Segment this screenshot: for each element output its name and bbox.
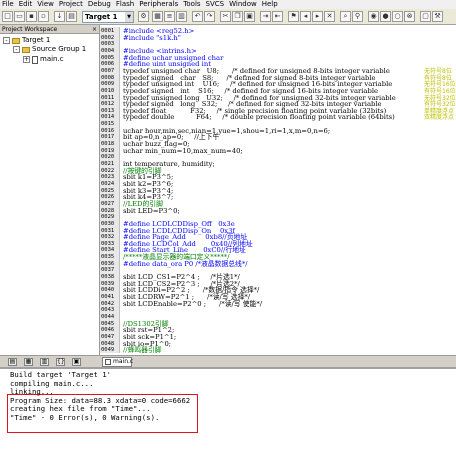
clear-bookmarks-icon[interactable]: ✕ (324, 11, 335, 22)
tree-item-main-c[interactable]: + main.c (23, 55, 64, 64)
toolbar: □ ▭ ▪ ▫ ↓ ▤ Target 1 ▼ ⚙ ▦ ≡ ▥ ↶ ↷ ✂ ❐ ▣ … (0, 9, 456, 25)
collapse-icon[interactable]: - (3, 37, 10, 44)
tree-item-label: Target 1 (22, 36, 51, 44)
target-select-value: Target 1 (85, 13, 118, 21)
menu-item[interactable]: Debug (88, 0, 111, 9)
debug-icon[interactable]: ◉ (368, 11, 379, 22)
code-line: typedef double F64; /* double precision … (123, 113, 395, 122)
code-line: sbit LED=P3^0; (123, 206, 180, 215)
tree-item-target[interactable]: - Target 1 (3, 36, 50, 45)
cut-icon[interactable]: ✂ (220, 11, 231, 22)
menu-item[interactable]: View (37, 0, 54, 9)
menu-item[interactable]: SVCS (206, 0, 225, 9)
breakpoint-icon[interactable]: ● (380, 11, 391, 22)
manage-components-icon[interactable]: ≡ (164, 11, 175, 22)
folder-icon (22, 46, 30, 53)
undo-icon[interactable]: ↶ (192, 11, 203, 22)
chevron-down-icon[interactable]: ▼ (125, 12, 133, 22)
code-comment-fragment: 双精度浮点 (424, 114, 455, 122)
indent-icon[interactable]: ⇥ (260, 11, 271, 22)
menu-bar: File Edit View Project Debug Flash Peripherals… (0, 0, 456, 9)
workspace-title: Project Workspace × (0, 25, 99, 34)
tree-item-label: main.c (40, 55, 64, 63)
expand-icon[interactable]: + (23, 56, 30, 63)
workspace-tab-bar: ▤ ▦ ▥ {} ▣ (0, 355, 100, 367)
disable-breakpoint-icon[interactable]: ○ (392, 11, 403, 22)
next-bookmark-icon[interactable]: ▸ (312, 11, 323, 22)
prev-bookmark-icon[interactable]: ◂ (300, 11, 311, 22)
menu-item[interactable]: Help (262, 0, 278, 9)
build-icon[interactable]: ▤ (66, 11, 77, 22)
close-icon[interactable]: × (92, 25, 97, 34)
tree-item-label: Source Group 1 (32, 45, 87, 53)
files-tab-icon[interactable]: ▤ (8, 358, 17, 366)
menu-item[interactable]: Edit (19, 0, 33, 9)
kill-breakpoints-icon[interactable]: ⊗ (404, 11, 415, 22)
bookmark-icon[interactable]: ⚑ (288, 11, 299, 22)
editor-tab-bar: main.c (100, 355, 456, 367)
menu-item[interactable]: Project (59, 0, 83, 9)
paste-icon[interactable]: ▣ (244, 11, 255, 22)
file-extensions-icon[interactable]: ▦ (152, 11, 163, 22)
c-file-icon (105, 359, 111, 365)
copy-icon[interactable]: ❐ (232, 11, 243, 22)
target-folder-icon (12, 37, 20, 44)
window-icon[interactable]: ▢ (420, 11, 431, 22)
menu-item[interactable]: Peripherals (139, 0, 178, 9)
code-line: #include "s1k.h" (123, 33, 181, 42)
line-number: 0049 (101, 347, 115, 354)
functions-tab-icon[interactable]: {} (56, 358, 65, 366)
c-file-icon (32, 55, 38, 64)
code-line: uchar min_num=10,max_num=40; (123, 146, 243, 155)
code-line: //蜂鸣器引脚 (123, 346, 162, 355)
redo-icon[interactable]: ↷ (204, 11, 215, 22)
new-file-icon[interactable]: □ (2, 11, 13, 22)
workspace-title-text: Project Workspace (2, 26, 58, 33)
build-output-line: Build target 'Target 1' (10, 370, 112, 379)
code-editor[interactable]: 0001 0002 0003 0004 0005 0006 0007 0008 0009 0010… (100, 25, 456, 355)
find-icon[interactable]: ⌕ (340, 11, 351, 22)
templates-tab-icon[interactable]: ▣ (72, 358, 81, 366)
open-file-icon[interactable]: ▭ (14, 11, 25, 22)
save-all-icon[interactable]: ▫ (38, 11, 49, 22)
collapse-icon[interactable]: - (13, 46, 20, 53)
configure-icon[interactable]: ⚒ (432, 11, 443, 22)
tab-main-c[interactable]: main.c (102, 357, 134, 367)
books-tab-icon[interactable]: ▥ (40, 358, 49, 366)
options-icon[interactable]: ⚙ (138, 11, 149, 22)
code-line: sbit LCDEnable=P2^0 ; /*读/写 使能*/ (123, 299, 263, 308)
menu-item[interactable]: Tools (183, 0, 200, 9)
translate-icon[interactable]: ↓ (54, 11, 65, 22)
find-in-files-icon[interactable]: ⚲ (352, 11, 363, 22)
target-select[interactable]: Target 1 ▼ (82, 11, 134, 23)
books-icon[interactable]: ▥ (176, 11, 187, 22)
outdent-icon[interactable]: ⇤ (272, 11, 283, 22)
tab-label: main.c (113, 358, 134, 365)
build-output-line: "Time" - 0 Error(s), 0 Warning(s). (10, 413, 160, 422)
menu-item[interactable]: File (2, 0, 14, 9)
code-line: #define data_ora P0 /*液晶数据总线*/ (123, 259, 248, 268)
build-output-panel[interactable]: Build target 'Target 1' compiling main.c.… (0, 367, 456, 449)
save-icon[interactable]: ▪ (26, 11, 37, 22)
tree-item-source-group[interactable]: - Source Group 1 (13, 45, 86, 54)
build-output-line: linking... (10, 387, 54, 397)
menu-item[interactable]: Window (229, 0, 257, 9)
project-workspace-panel: Project Workspace × - Target 1 - Source Gro… (0, 25, 100, 355)
menu-item[interactable]: Flash (116, 0, 134, 9)
regs-tab-icon[interactable]: ▦ (24, 358, 33, 366)
line-number-gutter: 0001 0002 0003 0004 0005 0006 0007 0008 0009 0010… (100, 27, 120, 353)
